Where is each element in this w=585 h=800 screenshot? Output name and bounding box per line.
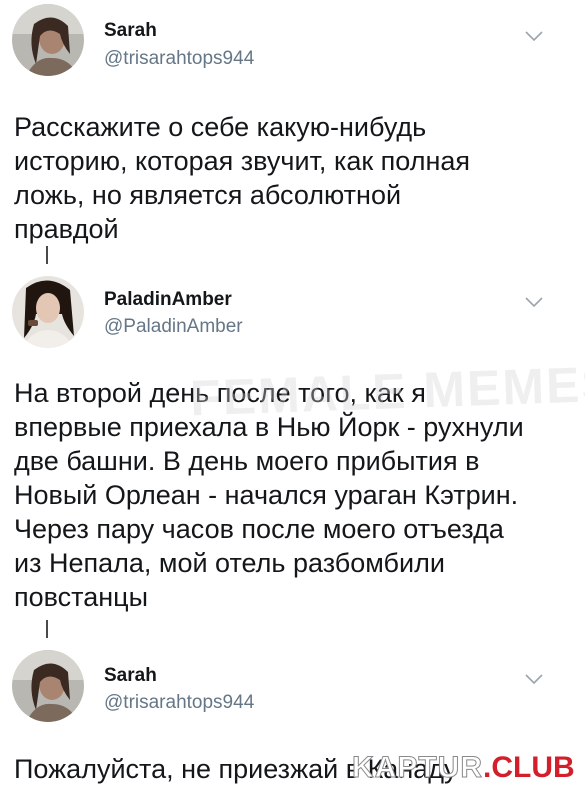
avatar-paladinamber[interactable] bbox=[12, 276, 84, 348]
thread-connector bbox=[46, 246, 48, 264]
watermark-brand-part1: KAPTUR bbox=[352, 751, 483, 785]
author-name[interactable]: Sarah bbox=[104, 20, 157, 42]
avatar-image bbox=[12, 4, 84, 76]
author-handle[interactable]: @trisarahtops944 bbox=[104, 692, 254, 714]
watermark-brand-part2: .CLUB bbox=[483, 751, 575, 784]
chevron-down-icon[interactable] bbox=[524, 296, 544, 308]
avatar-image bbox=[12, 276, 84, 348]
chevron-down-icon[interactable] bbox=[524, 673, 544, 685]
tweet-text: Расскажите о себе какую-нибудь историю, … bbox=[14, 112, 471, 244]
author-handle[interactable]: @PaladinAmber bbox=[104, 316, 243, 338]
avatar-image bbox=[12, 650, 84, 722]
author-name[interactable]: Sarah bbox=[104, 665, 157, 687]
thread-connector bbox=[46, 620, 48, 638]
author-name[interactable]: PaladinAmber bbox=[104, 289, 232, 311]
author-handle[interactable]: @trisarahtops944 bbox=[104, 48, 254, 70]
chevron-down-icon[interactable] bbox=[524, 30, 544, 42]
avatar-sarah[interactable] bbox=[12, 650, 84, 722]
watermark-logo: KAPTUR .CLUB bbox=[352, 748, 575, 788]
avatar-sarah[interactable] bbox=[12, 4, 84, 76]
